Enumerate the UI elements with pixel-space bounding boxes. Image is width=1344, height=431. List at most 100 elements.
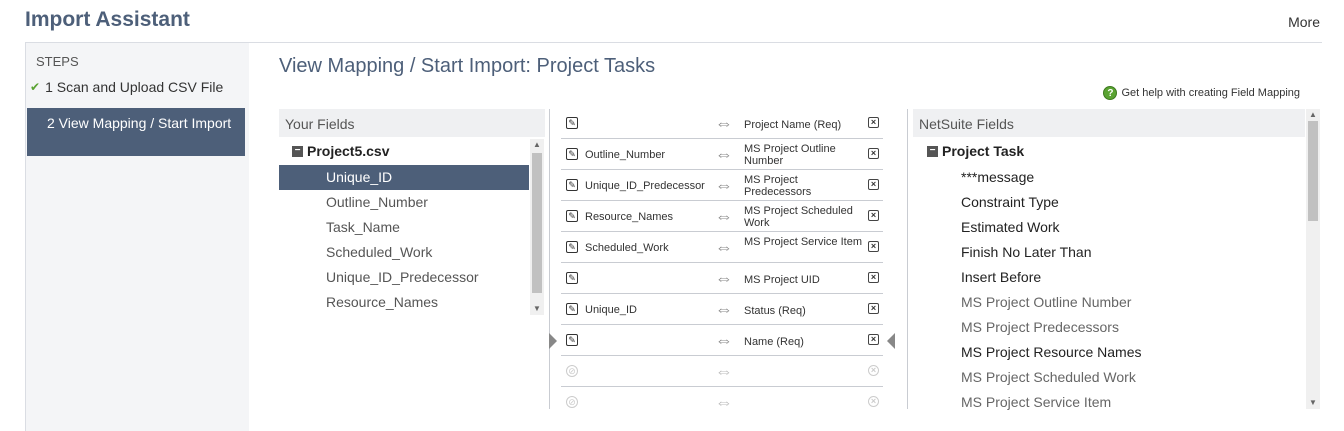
edit-icon[interactable]: ✎: [566, 179, 578, 191]
mapping-list: ✎ ⇔ Project Name (Req) × ✎ Outline_Numbe…: [549, 109, 895, 411]
your-field-item[interactable]: Scheduled_Work: [279, 240, 529, 265]
step-label: 1 Scan and Upload CSV File: [45, 79, 224, 95]
mapped-netsuite-field: MS Project UID: [744, 274, 820, 286]
check-icon: ✔: [30, 80, 41, 94]
edit-icon[interactable]: ✎: [566, 210, 578, 222]
mapped-your-field: Unique_ID: [585, 304, 637, 316]
remove-disabled-icon: ×: [868, 396, 879, 407]
mapped-netsuite-field: MS Project Scheduled Work: [744, 205, 853, 229]
edit-icon[interactable]: ✎: [566, 148, 578, 160]
netsuite-field-item[interactable]: MS Project Resource Names: [913, 340, 1305, 365]
netsuite-field-item[interactable]: Finish No Later Than: [913, 240, 1305, 265]
remove-icon[interactable]: ×: [868, 303, 879, 314]
remove-icon[interactable]: ×: [868, 117, 879, 128]
help-link[interactable]: ? Get help with creating Field Mapping: [1103, 86, 1300, 100]
mapped-your-field: Outline_Number: [585, 149, 666, 161]
more-link[interactable]: More: [1288, 14, 1320, 30]
mapped-your-field: Resource_Names: [585, 211, 674, 223]
edit-icon[interactable]: ✎: [566, 272, 578, 284]
panel-divider: [907, 109, 908, 409]
tree-root-project-task[interactable]: − Project Task: [927, 143, 1024, 159]
edit-disabled-icon: ⊘: [566, 365, 578, 377]
collapse-icon[interactable]: −: [927, 145, 938, 157]
tree-root-label: Project5.csv: [307, 143, 390, 159]
netsuite-field-item[interactable]: MS Project Service Item: [913, 390, 1305, 415]
mapped-your-field: Unique_ID_Predecessor: [585, 180, 705, 192]
bidirectional-arrow-icon: ⇔: [715, 206, 733, 226]
mapped-netsuite-field: MS Project Service Item: [744, 236, 862, 248]
row-pointer-left-icon: [549, 333, 557, 349]
tree-root-csv[interactable]: − Project5.csv: [292, 143, 390, 159]
your-fields-tree: − Project5.csv Unique_ID Outline_Number …: [279, 139, 529, 315]
page-title: View Mapping / Start Import: Project Tas…: [279, 55, 656, 77]
netsuite-field-item[interactable]: MS Project Scheduled Work: [913, 365, 1305, 390]
scroll-up-icon[interactable]: ▲: [530, 139, 544, 151]
mapping-row-empty: ⊘ ⇔ ×: [561, 388, 883, 418]
remove-icon[interactable]: ×: [868, 272, 879, 283]
remove-icon[interactable]: ×: [868, 241, 879, 252]
mapping-row: ✎ Unique_ID_Predecessor ⇔ MS Project Pre…: [561, 171, 883, 201]
remove-icon[interactable]: ×: [868, 334, 879, 345]
help-icon: ?: [1103, 86, 1118, 100]
mapping-row: ✎ Outline_Number ⇔ MS Project Outline Nu…: [561, 140, 883, 170]
row-pointer-right-icon: [887, 333, 895, 349]
netsuite-field-item[interactable]: ***message: [913, 165, 1305, 190]
help-label: Get help with creating Field Mapping: [1121, 87, 1300, 99]
bidirectional-arrow-icon: ⇔: [715, 175, 733, 195]
collapse-icon[interactable]: −: [292, 145, 303, 157]
mapped-netsuite-field: Status (Req): [744, 305, 806, 317]
mapped-netsuite-field: Name (Req): [744, 336, 804, 348]
mapped-netsuite-field: MS Project Outline Number: [744, 143, 836, 167]
your-field-item[interactable]: Outline_Number: [279, 190, 529, 215]
mapped-netsuite-field: Project Name (Req): [744, 119, 842, 131]
mapped-netsuite-field: MS Project Predecessors: [744, 174, 812, 198]
edit-icon[interactable]: ✎: [566, 241, 578, 253]
bidirectional-arrow-icon: ⇔: [715, 392, 733, 412]
step-scan-upload[interactable]: ✔ 1 Scan and Upload CSV File: [30, 79, 223, 95]
app-title: Import Assistant: [25, 8, 190, 31]
remove-icon[interactable]: ×: [868, 179, 879, 190]
edit-icon[interactable]: ✎: [566, 117, 578, 129]
your-fields-scrollbar[interactable]: ▲ ▼: [530, 139, 544, 315]
edit-disabled-icon: ⊘: [566, 396, 578, 408]
step-view-mapping[interactable]: 2 View Mapping / Start Import: [27, 108, 245, 156]
mapped-your-field: Scheduled_Work: [585, 242, 669, 254]
edit-icon[interactable]: ✎: [566, 334, 578, 346]
mapping-row: ✎ ⇔ MS Project UID ×: [561, 264, 883, 294]
scroll-thumb[interactable]: [1308, 121, 1318, 221]
scroll-thumb[interactable]: [532, 153, 542, 293]
steps-sidebar: STEPS ✔ 1 Scan and Upload CSV File 2 Vie…: [26, 43, 247, 431]
import-frame: STEPS ✔ 1 Scan and Upload CSV File 2 Vie…: [25, 42, 1322, 431]
bidirectional-arrow-icon: ⇔: [715, 330, 733, 350]
edit-icon[interactable]: ✎: [566, 303, 578, 315]
netsuite-field-item[interactable]: Estimated Work: [913, 215, 1305, 240]
your-field-item[interactable]: Unique_ID_Predecessor: [279, 265, 529, 290]
remove-icon[interactable]: ×: [868, 210, 879, 221]
mapping-row: ✎ Resource_Names ⇔ MS Project Scheduled …: [561, 202, 883, 232]
scroll-down-icon[interactable]: ▼: [530, 303, 544, 315]
bidirectional-arrow-icon: ⇔: [715, 237, 733, 257]
netsuite-field-item[interactable]: Insert Before: [913, 265, 1305, 290]
netsuite-field-item[interactable]: MS Project Predecessors: [913, 315, 1305, 340]
netsuite-field-item[interactable]: MS Project Outline Number: [913, 290, 1305, 315]
step-label: 2 View Mapping / Start Import: [47, 115, 232, 131]
bidirectional-arrow-icon: ⇔: [715, 268, 733, 288]
your-field-item[interactable]: Task_Name: [279, 215, 529, 240]
mapping-row: ✎ ⇔ Project Name (Req) ×: [561, 109, 883, 139]
your-field-item[interactable]: Resource_Names: [279, 290, 529, 315]
scroll-up-icon[interactable]: ▲: [1306, 109, 1320, 121]
bidirectional-arrow-icon: ⇔: [715, 299, 733, 319]
netsuite-field-item[interactable]: Constraint Type: [913, 190, 1305, 215]
netsuite-fields-panel: NetSuite Fields − Project Task ***messag…: [913, 109, 1322, 410]
scroll-down-icon[interactable]: ▼: [1306, 397, 1320, 409]
mapping-row-active: ✎ ⇔ Name (Req) ×: [549, 326, 895, 356]
remove-icon[interactable]: ×: [868, 148, 879, 159]
steps-title: STEPS: [36, 54, 79, 69]
main-panel: View Mapping / Start Import: Project Tas…: [249, 43, 1322, 431]
panel-divider: [549, 109, 550, 409]
your-field-item[interactable]: Unique_ID: [279, 165, 529, 190]
your-fields-header: Your Fields: [279, 109, 545, 137]
netsuite-fields-scrollbar[interactable]: ▲ ▼: [1306, 109, 1320, 409]
mapping-row: ✎ Unique_ID ⇔ Status (Req) ×: [561, 295, 883, 325]
your-fields-panel: Your Fields − Project5.csv Unique_ID Out…: [279, 109, 545, 317]
